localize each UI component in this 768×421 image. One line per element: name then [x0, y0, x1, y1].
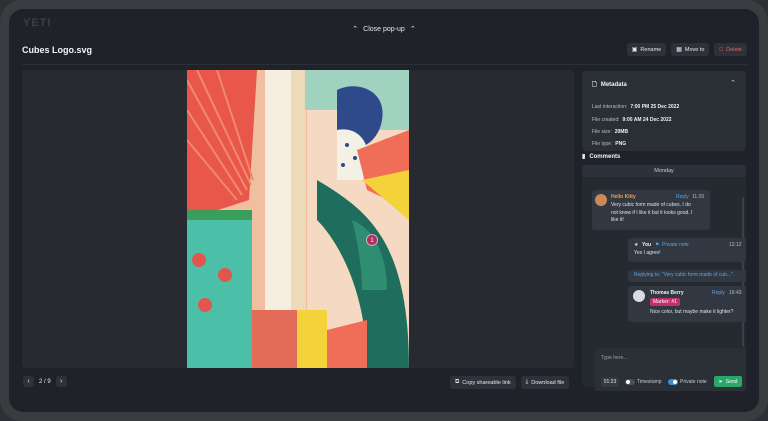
delete-label: Delete [726, 46, 742, 53]
meta-value: PNG [615, 141, 627, 147]
rename-label: Rename [640, 46, 662, 53]
comment-placeholder: Type here... [601, 355, 628, 361]
metadata-title: Metadata [600, 82, 627, 88]
meta-label: File type: [592, 141, 613, 147]
meta-value: 9:00 AM 24 Dec 2022 [622, 117, 672, 123]
private-note-label: Private note [680, 379, 707, 385]
device-frame: YETI ⌃ Close pop-up ⌃ Cubes Logo.svg ▣ R… [0, 0, 768, 421]
timestamp-value[interactable]: 01:23 [601, 377, 619, 387]
send-icon: ➤ [718, 378, 723, 385]
file-header: Cubes Logo.svg ▣ Rename ▦ Move to □ Dele… [22, 43, 747, 61]
image-viewer[interactable]: 1 [22, 70, 574, 368]
marker-pin[interactable]: 1 [366, 234, 378, 246]
delete-button[interactable]: □ Delete [714, 43, 747, 56]
artwork-image [187, 70, 409, 368]
metadata-panel: 🗋 Metadata ⌃ Last interaction: 7:00 PM 25… [582, 71, 746, 151]
comments-header: ▮ Comments [582, 153, 621, 161]
private-note-label: Private note [662, 242, 689, 248]
download-icon: ⤓ [525, 379, 529, 385]
top-bar: YETI ⌃ Close pop-up ⌃ [9, 9, 759, 35]
comment-author: You [642, 242, 652, 248]
viewer-actions: ⧉ Copy shareable link ⤓ Download file [450, 376, 570, 389]
folder-icon: ▦ [676, 47, 682, 53]
file-icon: 🗋 [592, 82, 597, 88]
app-window: YETI ⌃ Close pop-up ⌃ Cubes Logo.svg ▣ R… [9, 9, 759, 412]
copy-link-label: Copy shareable link [462, 379, 511, 386]
replying-to-banner: Replying to: "Very cubic form made of cu… [628, 270, 746, 282]
reply-link[interactable]: Reply [712, 290, 725, 296]
send-button[interactable]: ➤ Send [714, 376, 742, 387]
chevron-left-icon: ‹ [27, 378, 30, 385]
download-label: Download file [531, 379, 565, 386]
download-button[interactable]: ⤓ Download file [520, 376, 570, 389]
metadata-header[interactable]: 🗋 Metadata [592, 80, 627, 90]
page-indicator: 2 / 9 [39, 378, 51, 385]
comment-time: 16:43 [729, 290, 742, 296]
copy-link-button[interactable]: ⧉ Copy shareable link [450, 376, 516, 389]
meta-file-created: File created: 9:00 AM 24 Dec 2022 [592, 117, 672, 123]
avatar [595, 194, 607, 206]
close-popup-button[interactable]: ⌃ Close pop-up ⌃ [352, 25, 416, 34]
comment-line: Very cubic form made of cubes. I do [611, 202, 691, 208]
copy-icon: ⧉ [455, 379, 460, 385]
comment-you: ★ You ⚑ Private note 12:12 Yes I agree! [628, 238, 746, 262]
star-icon: ★ [634, 242, 639, 248]
timestamp-label: Timestamp [637, 379, 662, 385]
header-divider [22, 64, 747, 65]
tag-icon: ⚑ [655, 242, 660, 248]
comment-time: 12:12 [729, 242, 742, 248]
reply-link[interactable]: Reply [676, 194, 689, 200]
trash-icon: □ [719, 46, 724, 53]
app-logo: YETI [23, 17, 52, 29]
rename-icon: ▣ [631, 47, 638, 53]
pager: ‹ 2 / 9 › [23, 376, 67, 387]
move-to-button[interactable]: ▦ Move to [671, 43, 710, 56]
meta-file-type: File type: PNG [592, 141, 626, 147]
send-label: Send [725, 378, 738, 385]
comment-icon: ▮ [582, 154, 586, 160]
meta-value: 20MB [614, 129, 629, 135]
collapse-metadata-icon[interactable]: ⌃ [730, 79, 736, 87]
toggle-knob [673, 380, 677, 384]
timestamp-toggle[interactable] [625, 379, 635, 385]
private-note-toggle[interactable] [668, 379, 678, 385]
toggle-knob [626, 380, 630, 384]
comment-text: Very cubic form made of cubes. I do not … [611, 202, 692, 225]
comment-line: like it! [611, 217, 624, 223]
meta-label: File created: [592, 117, 620, 123]
comment-author: Hello Kitty [611, 194, 636, 200]
meta-last-interaction: Last interaction: 7:00 PM 25 Dec 2022 [592, 104, 679, 110]
comment-input[interactable]: Type here... 01:23 Timestamp Private not… [595, 348, 746, 391]
chevron-up-icon: ⌃ [409, 26, 416, 33]
comment-line: not know if I like it but it looks good.… [611, 209, 693, 216]
comment-text: Nice color, but maybe make it lighter? [650, 309, 734, 315]
day-separator: Monday [582, 165, 746, 177]
comment-hello-kitty: Hello Kitty Reply 11:20 Very cubic form … [592, 190, 710, 230]
comments-title: Comments [589, 153, 621, 160]
next-page-button[interactable]: › [55, 376, 67, 387]
marker-tag[interactable]: Marker: #1 [650, 298, 680, 306]
comment-time: 11:20 [692, 194, 705, 200]
meta-label: Last interaction: [592, 104, 628, 110]
avatar [633, 290, 645, 302]
replying-to-text: Replying to: "Very cubic form made of cu… [634, 272, 733, 278]
chevron-right-icon: › [60, 378, 63, 385]
file-title: Cubes Logo.svg [22, 45, 93, 55]
comment-author: Thomas Berry [650, 290, 684, 296]
file-actions: ▣ Rename ▦ Move to □ Delete [626, 43, 747, 56]
meta-value: 7:00 PM 25 Dec 2022 [630, 104, 680, 110]
comment-thomas-berry: Thomas Berry Reply 16:43 Marker: #1 Nice… [628, 286, 746, 322]
meta-file-size: File size: 20MB [592, 129, 628, 135]
prev-page-button[interactable]: ‹ [23, 376, 34, 387]
rename-button[interactable]: ▣ Rename [626, 43, 667, 56]
move-to-label: Move to [684, 46, 705, 53]
meta-label: File size: [592, 129, 612, 135]
comment-text: Yes I agree! [634, 250, 661, 256]
chevron-up-icon: ⌃ [352, 26, 359, 33]
close-popup-label: Close pop-up [363, 25, 405, 33]
